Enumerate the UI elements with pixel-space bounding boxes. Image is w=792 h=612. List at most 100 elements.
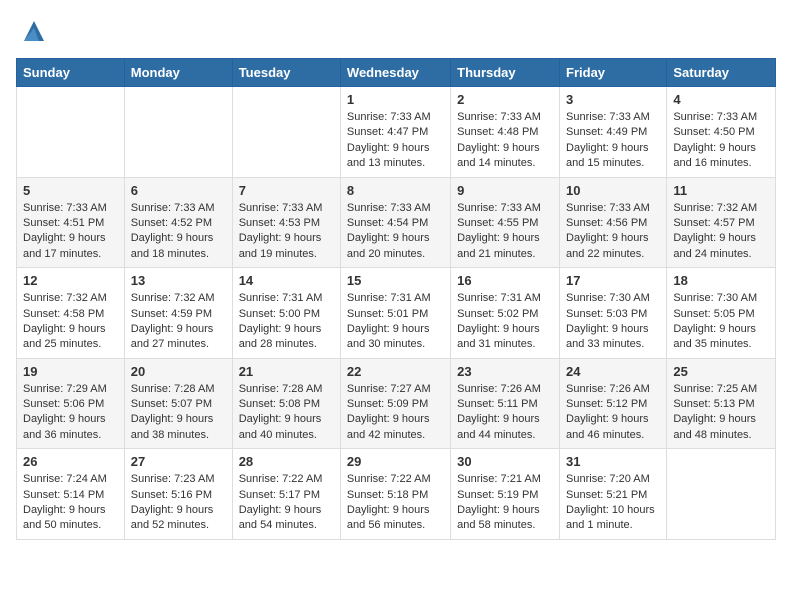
day-info: Sunrise: 7:26 AMSunset: 5:12 PMDaylight:… [566, 382, 660, 444]
calendar-cell: 16 Sunrise: 7:31 AMSunset: 5:02 PMDayligh… [451, 268, 560, 359]
calendar-cell: 26 Sunrise: 7:24 AMSunset: 5:14 PMDayligh… [17, 449, 125, 540]
day-info: Sunrise: 7:24 AMSunset: 5:14 PMDaylight:… [23, 472, 118, 534]
calendar-cell: 1 Sunrise: 7:33 AMSunset: 4:47 PMDaylight… [340, 87, 450, 178]
day-info: Sunrise: 7:30 AMSunset: 5:05 PMDaylight:… [673, 291, 769, 353]
calendar-cell: 22 Sunrise: 7:27 AMSunset: 5:09 PMDayligh… [340, 358, 450, 449]
calendar-cell: 4 Sunrise: 7:33 AMSunset: 4:50 PMDaylight… [667, 87, 776, 178]
weekday-header-tuesday: Tuesday [232, 59, 340, 87]
calendar-cell: 29 Sunrise: 7:22 AMSunset: 5:18 PMDayligh… [340, 449, 450, 540]
day-number: 27 [131, 454, 226, 469]
day-number: 20 [131, 364, 226, 379]
weekday-header-sunday: Sunday [17, 59, 125, 87]
logo [16, 16, 49, 46]
calendar-cell [667, 449, 776, 540]
day-number: 26 [23, 454, 118, 469]
day-number: 29 [347, 454, 444, 469]
day-info: Sunrise: 7:33 AMSunset: 4:47 PMDaylight:… [347, 110, 444, 172]
calendar-week-row: 26 Sunrise: 7:24 AMSunset: 5:14 PMDayligh… [17, 449, 776, 540]
day-number: 17 [566, 273, 660, 288]
day-info: Sunrise: 7:21 AMSunset: 5:19 PMDaylight:… [457, 472, 553, 534]
day-number: 2 [457, 92, 553, 107]
calendar-week-row: 5Sunrise: 7:33 AMSunset: 4:51 PMDaylight… [17, 177, 776, 268]
day-number: 21 [239, 364, 334, 379]
day-info: Sunrise: 7:23 AMSunset: 5:16 PMDaylight:… [131, 472, 226, 534]
calendar-table: SundayMondayTuesdayWednesdayThursdayFrid… [16, 58, 776, 540]
day-info: Sunrise: 7:33 AMSunset: 4:50 PMDaylight:… [673, 110, 769, 172]
day-number: 12 [23, 273, 118, 288]
weekday-header-friday: Friday [560, 59, 667, 87]
day-info: Sunrise: 7:22 AMSunset: 5:17 PMDaylight:… [239, 472, 334, 534]
calendar-week-row: 19 Sunrise: 7:29 AMSunset: 5:06 PMDayligh… [17, 358, 776, 449]
day-number: 11 [673, 183, 769, 198]
calendar-cell: 9 Sunrise: 7:33 AMSunset: 4:55 PMDaylight… [451, 177, 560, 268]
logo-icon [19, 16, 49, 46]
calendar-cell: 2 Sunrise: 7:33 AMSunset: 4:48 PMDaylight… [451, 87, 560, 178]
calendar-cell: 18 Sunrise: 7:30 AMSunset: 5:05 PMDayligh… [667, 268, 776, 359]
day-number: 16 [457, 273, 553, 288]
day-info: Sunrise: 7:33 AMSunset: 4:52 PMDaylight:… [131, 201, 226, 263]
day-number: 25 [673, 364, 769, 379]
day-info: Sunrise: 7:32 AMSunset: 4:58 PMDaylight:… [23, 291, 118, 353]
day-info: Sunrise: 7:25 AMSunset: 5:13 PMDaylight:… [673, 382, 769, 444]
calendar-cell: 21 Sunrise: 7:28 AMSunset: 5:08 PMDayligh… [232, 358, 340, 449]
day-number: 28 [239, 454, 334, 469]
calendar-cell: 25 Sunrise: 7:25 AMSunset: 5:13 PMDayligh… [667, 358, 776, 449]
day-info: Sunrise: 7:31 AMSunset: 5:00 PMDaylight:… [239, 291, 334, 353]
day-number: 4 [673, 92, 769, 107]
day-info: Sunrise: 7:29 AMSunset: 5:06 PMDaylight:… [23, 382, 118, 444]
day-info: Sunrise: 7:30 AMSunset: 5:03 PMDaylight:… [566, 291, 660, 353]
day-info: Sunrise: 7:28 AMSunset: 5:08 PMDaylight:… [239, 382, 334, 444]
calendar-cell: 23Sunrise: 7:26 AMSunset: 5:11 PMDayligh… [451, 358, 560, 449]
day-number: 31 [566, 454, 660, 469]
day-number: 19 [23, 364, 118, 379]
day-number: 9 [457, 183, 553, 198]
calendar-cell: 10 Sunrise: 7:33 AMSunset: 4:56 PMDayligh… [560, 177, 667, 268]
day-number: 6 [131, 183, 226, 198]
calendar-cell: 6 Sunrise: 7:33 AMSunset: 4:52 PMDaylight… [124, 177, 232, 268]
weekday-header-row: SundayMondayTuesdayWednesdayThursdayFrid… [17, 59, 776, 87]
calendar-cell: 20 Sunrise: 7:28 AMSunset: 5:07 PMDayligh… [124, 358, 232, 449]
day-number: 18 [673, 273, 769, 288]
calendar-cell: 17 Sunrise: 7:30 AMSunset: 5:03 PMDayligh… [560, 268, 667, 359]
calendar-cell: 27 Sunrise: 7:23 AMSunset: 5:16 PMDayligh… [124, 449, 232, 540]
day-info: Sunrise: 7:31 AMSunset: 5:01 PMDaylight:… [347, 291, 444, 353]
calendar-cell [17, 87, 125, 178]
day-info: Sunrise: 7:27 AMSunset: 5:09 PMDaylight:… [347, 382, 444, 444]
weekday-header-wednesday: Wednesday [340, 59, 450, 87]
calendar-cell: 3Sunrise: 7:33 AMSunset: 4:49 PMDaylight… [560, 87, 667, 178]
day-number: 3 [566, 92, 660, 107]
day-number: 13 [131, 273, 226, 288]
day-number: 14 [239, 273, 334, 288]
calendar-cell: 24 Sunrise: 7:26 AMSunset: 5:12 PMDayligh… [560, 358, 667, 449]
day-number: 5 [23, 183, 118, 198]
day-info: Sunrise: 7:33 AMSunset: 4:53 PMDaylight:… [239, 201, 334, 263]
calendar-cell [124, 87, 232, 178]
day-number: 8 [347, 183, 444, 198]
calendar-week-row: 1 Sunrise: 7:33 AMSunset: 4:47 PMDaylight… [17, 87, 776, 178]
day-info: Sunrise: 7:33 AMSunset: 4:56 PMDaylight:… [566, 201, 660, 263]
day-number: 22 [347, 364, 444, 379]
calendar-cell: 12 Sunrise: 7:32 AMSunset: 4:58 PMDayligh… [17, 268, 125, 359]
weekday-header-monday: Monday [124, 59, 232, 87]
day-number: 10 [566, 183, 660, 198]
day-info: Sunrise: 7:22 AMSunset: 5:18 PMDaylight:… [347, 472, 444, 534]
calendar-cell: 8 Sunrise: 7:33 AMSunset: 4:54 PMDaylight… [340, 177, 450, 268]
calendar-cell: 19 Sunrise: 7:29 AMSunset: 5:06 PMDayligh… [17, 358, 125, 449]
day-info: Sunrise: 7:28 AMSunset: 5:07 PMDaylight:… [131, 382, 226, 444]
calendar-cell: 15Sunrise: 7:31 AMSunset: 5:01 PMDayligh… [340, 268, 450, 359]
day-info: Sunrise: 7:26 AMSunset: 5:11 PMDaylight:… [457, 382, 553, 444]
day-info: Sunrise: 7:20 AMSunset: 5:21 PMDaylight:… [566, 472, 660, 534]
day-info: Sunrise: 7:31 AMSunset: 5:02 PMDaylight:… [457, 291, 553, 353]
day-info: Sunrise: 7:33 AMSunset: 4:48 PMDaylight:… [457, 110, 553, 172]
day-number: 7 [239, 183, 334, 198]
day-info: Sunrise: 7:33 AMSunset: 4:54 PMDaylight:… [347, 201, 444, 263]
calendar-cell: 31 Sunrise: 7:20 AMSunset: 5:21 PMDayligh… [560, 449, 667, 540]
day-info: Sunrise: 7:32 AMSunset: 4:59 PMDaylight:… [131, 291, 226, 353]
calendar-cell: 30Sunrise: 7:21 AMSunset: 5:19 PMDayligh… [451, 449, 560, 540]
calendar-cell: 13 Sunrise: 7:32 AMSunset: 4:59 PMDayligh… [124, 268, 232, 359]
calendar-week-row: 12 Sunrise: 7:32 AMSunset: 4:58 PMDayligh… [17, 268, 776, 359]
day-number: 1 [347, 92, 444, 107]
day-number: 24 [566, 364, 660, 379]
day-info: Sunrise: 7:33 AMSunset: 4:55 PMDaylight:… [457, 201, 553, 263]
calendar-cell: 28 Sunrise: 7:22 AMSunset: 5:17 PMDayligh… [232, 449, 340, 540]
